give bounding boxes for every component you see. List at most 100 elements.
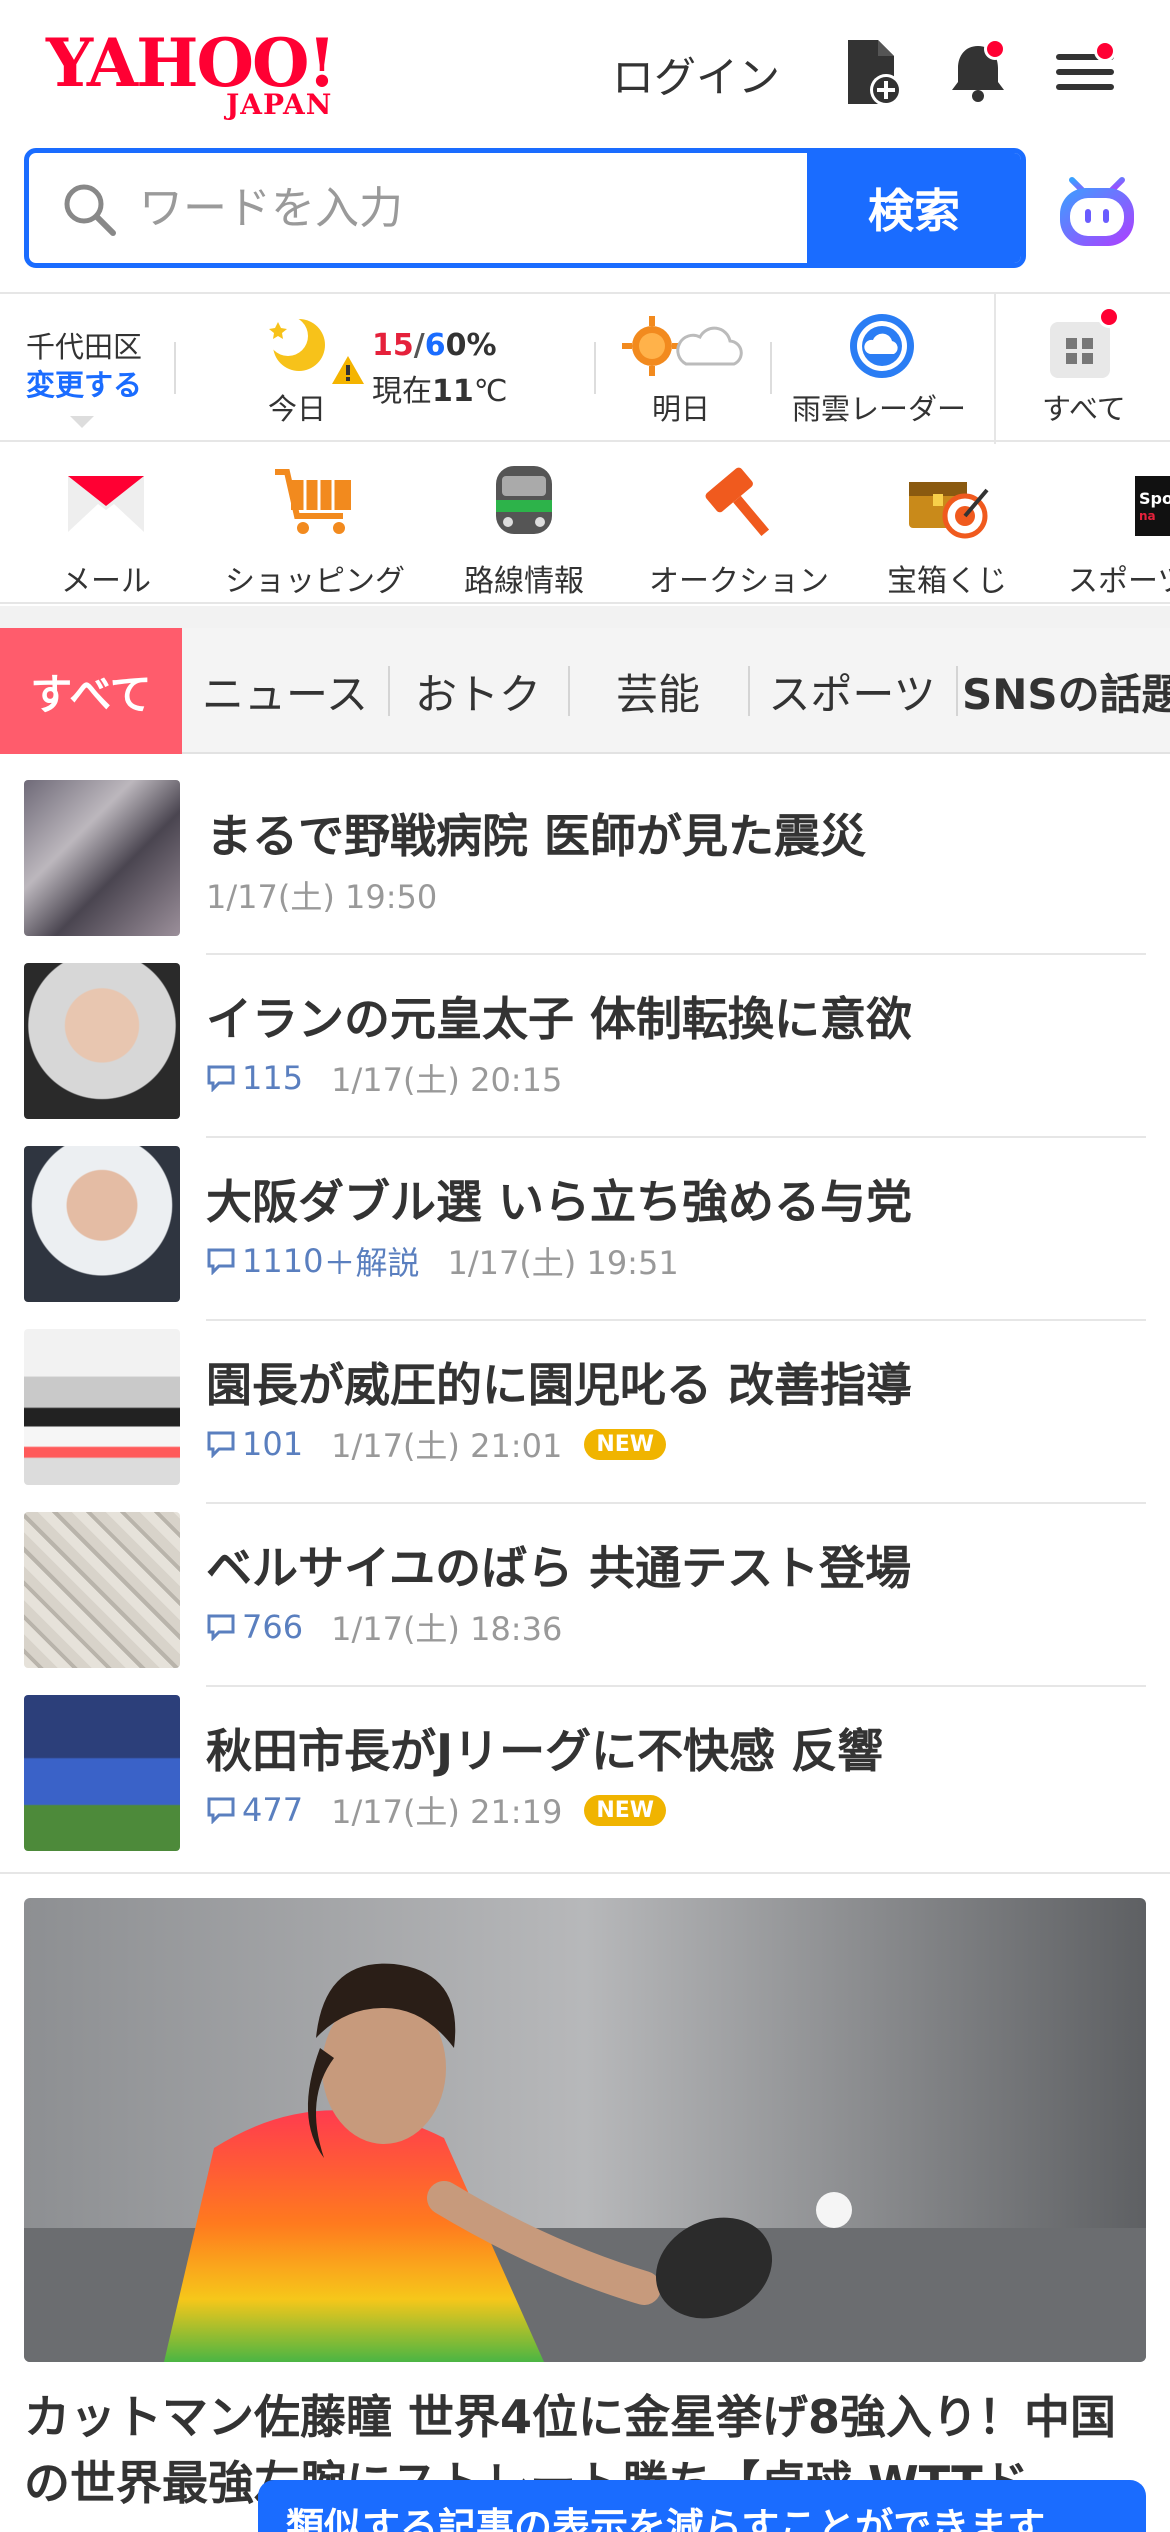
caret-down-icon bbox=[70, 416, 94, 428]
news-item[interactable]: 秋田市長がJリーグに不快感 反響 477 1/17(土) 21:19 NEW bbox=[0, 1687, 1170, 1870]
commentary-label: ＋解説 bbox=[323, 1244, 420, 1282]
comment-count-value: 1110 bbox=[242, 1242, 324, 1280]
comment-count-value: 477 bbox=[242, 1791, 304, 1829]
comment-count[interactable]: 101 bbox=[206, 1425, 303, 1463]
news-date: 1/17(土) 21:01 bbox=[331, 1427, 563, 1465]
news-item[interactable]: 園長が威圧的に園児叱る 改善指導 101 1/17(土) 21:01 NEW bbox=[0, 1321, 1170, 1504]
service-shopping[interactable]: ショッピング bbox=[222, 460, 408, 600]
logo-sub-text: JAPAN bbox=[226, 88, 333, 121]
cart-icon bbox=[275, 469, 351, 534]
tab-divider bbox=[748, 666, 750, 716]
change-location-link[interactable]: 変更する bbox=[26, 366, 142, 404]
service-sports[interactable]: Spo na スポーツ bbox=[1068, 460, 1170, 600]
news-item[interactable]: イランの元皇太子 体制転換に意欲 115 1/17(土) 20:15 bbox=[0, 955, 1170, 1138]
ai-assistant-icon[interactable] bbox=[1054, 166, 1140, 252]
news-item[interactable]: ベルサイユのばら 共通テスト登場 766 1/17(土) 18:36 bbox=[0, 1504, 1170, 1687]
news-title: まるで野戦病院 医師が見た震災 bbox=[206, 809, 867, 863]
notification-bell[interactable] bbox=[942, 36, 1014, 108]
news-date: 1/17(土) 20:15 bbox=[331, 1061, 563, 1099]
comment-icon bbox=[207, 1248, 235, 1275]
svg-text:na: na bbox=[1139, 509, 1156, 523]
comment-count[interactable]: 766 bbox=[206, 1608, 303, 1646]
feature-photo bbox=[24, 1898, 1146, 2362]
new-badge: NEW bbox=[584, 1794, 667, 1826]
news-thumbnail bbox=[24, 780, 180, 936]
news-date: 1/17(土) 19:51 bbox=[447, 1244, 679, 1282]
comment-count-value: 101 bbox=[242, 1425, 304, 1463]
news-thumbnail bbox=[24, 1146, 180, 1302]
warning-icon bbox=[332, 356, 364, 384]
news-item[interactable]: 大阪ダブル選 いら立ち強める与党 1110 ＋解説 1/17(土) 19:51 bbox=[0, 1138, 1170, 1321]
divider bbox=[594, 342, 596, 394]
location-block[interactable]: 千代田区 変更する bbox=[26, 328, 142, 404]
comment-count-value: 115 bbox=[242, 1059, 304, 1097]
menu-button[interactable] bbox=[1050, 36, 1122, 108]
news-title: ベルサイユのばら 共通テスト登場 bbox=[206, 1541, 912, 1595]
category-tabs: すべて ニュース おトク 芸能 スポーツ SNSの話題 bbox=[0, 628, 1170, 754]
news-meta: 477 1/17(土) 21:19 NEW bbox=[206, 1787, 667, 1833]
login-link[interactable]: ログイン bbox=[612, 44, 780, 105]
comment-count[interactable]: 477 bbox=[206, 1791, 303, 1829]
auction-hammer-icon bbox=[705, 467, 770, 537]
service-label: メール bbox=[61, 564, 151, 599]
comment-icon bbox=[207, 1797, 235, 1824]
current-temp-value: 11 bbox=[432, 374, 474, 409]
search-button[interactable]: 検索 bbox=[807, 153, 1021, 263]
comment-icon bbox=[207, 1065, 235, 1092]
search-icon bbox=[64, 184, 116, 236]
divider bbox=[994, 294, 996, 444]
comment-count[interactable]: 1110 ＋解説 bbox=[206, 1238, 419, 1284]
service-label: ショッピング bbox=[225, 564, 405, 599]
news-thumbnail bbox=[24, 1329, 180, 1485]
service-mail[interactable]: メール bbox=[60, 460, 152, 600]
service-lottery[interactable]: 宝箱くじ bbox=[884, 460, 1010, 600]
service-shortcuts: メール ショッピング 路線情報 オークション 宝箱くじ Spo na スポー bbox=[0, 444, 1170, 604]
news-list: まるで野戦病院 医師が見た震災 1/17(土) 19:50 イランの元皇太子 体… bbox=[0, 772, 1170, 1870]
current-temp: 現在11℃ bbox=[372, 366, 507, 410]
section-divider bbox=[0, 1872, 1170, 1874]
mail-icon bbox=[68, 476, 144, 532]
temperature-range: 15/60% bbox=[372, 328, 497, 363]
search-bar: 検索 bbox=[24, 148, 1026, 268]
service-transit[interactable]: 路線情報 bbox=[462, 460, 586, 600]
yahoo-japan-logo[interactable]: YAHOO! JAPAN bbox=[46, 30, 366, 121]
section-gap bbox=[0, 606, 1170, 628]
service-auction[interactable]: オークション bbox=[646, 460, 832, 600]
treasure-chest-icon bbox=[909, 482, 989, 539]
news-thumbnail bbox=[24, 1512, 180, 1668]
rain-chance: 0% bbox=[445, 328, 497, 363]
news-thumbnail bbox=[24, 963, 180, 1119]
temp-slash: / bbox=[413, 328, 425, 363]
feature-image[interactable] bbox=[24, 1898, 1146, 2362]
tab-news[interactable]: ニュース bbox=[192, 628, 378, 754]
sun-cloud-icon bbox=[622, 316, 743, 376]
service-label: スポーツ bbox=[1068, 564, 1170, 599]
divider bbox=[770, 342, 772, 394]
weather-bar: 千代田区 変更する 今日 15/60% 現在11℃ 明日 雨雲レーダー すべて bbox=[0, 292, 1170, 444]
tab-all[interactable]: すべて bbox=[0, 628, 182, 754]
tab-entertainment[interactable]: 芸能 bbox=[572, 628, 744, 754]
news-meta: 1/17(土) 19:50 bbox=[206, 872, 437, 918]
service-label: 路線情報 bbox=[464, 564, 584, 599]
news-title: 大阪ダブル選 いら立ち強める与党 bbox=[206, 1175, 913, 1229]
service-label: オークション bbox=[649, 564, 829, 599]
comment-count-value: 766 bbox=[242, 1608, 304, 1646]
tomorrow-label: 明日 bbox=[652, 392, 711, 426]
tab-deals[interactable]: おトク bbox=[392, 628, 564, 754]
tab-sports[interactable]: スポーツ bbox=[752, 628, 952, 754]
news-title: 秋田市長がJリーグに不快感 反響 bbox=[206, 1724, 884, 1778]
news-item[interactable]: まるで野戦病院 医師が見た震災 1/17(土) 19:50 bbox=[0, 772, 1170, 955]
add-document-icon[interactable] bbox=[836, 36, 908, 108]
tab-sns[interactable]: SNSの話題 bbox=[962, 628, 1170, 754]
train-icon bbox=[496, 466, 552, 534]
search-input[interactable] bbox=[139, 153, 829, 263]
new-badge: NEW bbox=[584, 1428, 667, 1460]
today-label: 今日 bbox=[268, 392, 327, 426]
moon-icon bbox=[268, 316, 325, 371]
toast-banner[interactable]: 類似する記事の表示を減らすことができます bbox=[258, 2480, 1146, 2532]
radar-label: 雨雲レーダー bbox=[792, 392, 967, 426]
all-label: すべて bbox=[1042, 392, 1126, 426]
news-title: イランの元皇太子 体制転換に意欲 bbox=[206, 992, 913, 1046]
comment-count[interactable]: 115 bbox=[206, 1059, 303, 1097]
tab-divider bbox=[956, 666, 958, 716]
